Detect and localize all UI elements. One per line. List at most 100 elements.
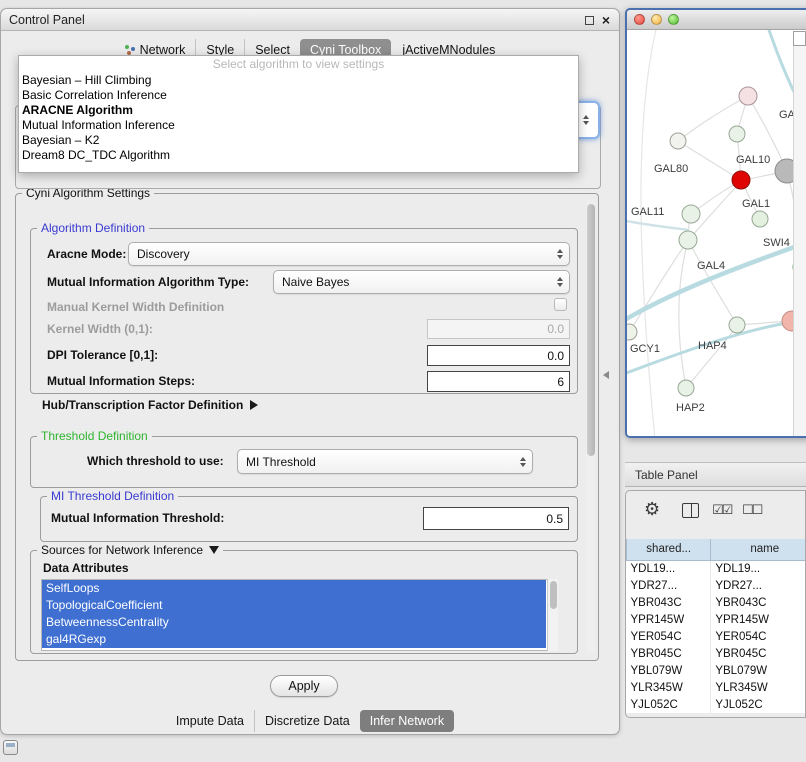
- node-label-swi4: SWI4: [763, 237, 790, 249]
- tab-impute-data[interactable]: Impute Data: [166, 710, 254, 732]
- node-label-gal80: GAL80: [654, 163, 688, 175]
- aracne-mode-select[interactable]: Discovery: [128, 242, 570, 266]
- tab-discretize-data[interactable]: Discretize Data: [254, 710, 360, 732]
- network-node[interactable]: [670, 133, 686, 149]
- attributes-list-scrollbar[interactable]: [547, 579, 558, 651]
- network-node[interactable]: [679, 231, 697, 249]
- zoom-traffic-light[interactable]: [668, 14, 679, 25]
- column-header-shared[interactable]: shared...: [627, 539, 711, 560]
- network-node[interactable]: [682, 205, 700, 223]
- apply-button[interactable]: Apply: [270, 675, 338, 697]
- algorithm-option-bayesian-hill-climbing[interactable]: Bayesian – Hill Climbing: [19, 73, 578, 88]
- node-attribute-table: shared...name YDL19...YDL19...13YDR27...…: [626, 539, 806, 713]
- dpi-tolerance-field[interactable]: [427, 345, 570, 366]
- minimize-traffic-light[interactable]: [651, 14, 662, 25]
- data-attributes-list[interactable]: SelfLoopsTopologicalCoefficientBetweenne…: [41, 579, 558, 651]
- combo-arrows-icon: [583, 115, 589, 125]
- table-panel-window: ⚙ ☑☑ ☐☐ shared...name YDL19...YDL19...13…: [625, 490, 806, 718]
- table-row[interactable]: YDL19...YDL19...13: [627, 560, 806, 577]
- hub-transcription-factor-section[interactable]: Hub/Transcription Factor Definition: [42, 398, 258, 412]
- close-icon[interactable]: ×: [602, 9, 610, 31]
- network-node[interactable]: [752, 211, 768, 227]
- close-traffic-light[interactable]: [634, 14, 645, 25]
- table-row[interactable]: YBR043CYBR043C: [627, 594, 806, 611]
- algorithm-definition-title: Algorithm Definition: [41, 221, 145, 235]
- table-cell: YBR045C: [711, 645, 806, 662]
- kernel-width-field: [427, 319, 570, 339]
- mi-threshold-definition-group: MI Threshold Definition Mutual Informati…: [40, 496, 578, 542]
- table-row[interactable]: YPR145WYPR145W9.: [627, 611, 806, 628]
- network-node[interactable]: [729, 317, 745, 333]
- table-row[interactable]: YBR045CYBR045C9.: [627, 645, 806, 662]
- columns-icon[interactable]: [682, 503, 699, 518]
- algorithm-option-dream8-dc-tdc-algorithm[interactable]: Dream8 DC_TDC Algorithm: [19, 148, 578, 163]
- table-header-row: shared...name: [627, 539, 806, 560]
- network-graph[interactable]: GAL8GAL80GAL10GAL11GAL1SWI4GAL4GCY1HAP4H…: [627, 30, 806, 438]
- mi-algorithm-type-label: Mutual Information Algorithm Type:: [47, 270, 249, 294]
- network-canvas[interactable]: GAL8GAL80GAL10GAL11GAL1SWI4GAL4GCY1HAP4H…: [627, 30, 806, 436]
- expand-right-arrow-icon[interactable]: [250, 400, 258, 410]
- settings-scrollbar[interactable]: [586, 200, 595, 654]
- settings-scrollbar-thumb[interactable]: [587, 204, 595, 456]
- network-node[interactable]: [739, 87, 757, 105]
- mi-threshold-group-title: MI Threshold Definition: [51, 489, 174, 503]
- node-label-gal4: GAL4: [697, 260, 725, 272]
- node-label-gcy1: GCY1: [630, 343, 660, 355]
- algorithm-definition-group: Algorithm Definition Aracne Mode: Discov…: [30, 228, 578, 394]
- sources-legend[interactable]: Sources for Network Inference: [37, 543, 223, 557]
- node-label-hap4: HAP4: [698, 340, 727, 352]
- network-scrollbar-button[interactable]: [793, 31, 806, 46]
- combo-arrows-icon: [557, 249, 563, 259]
- which-threshold-select[interactable]: MI Threshold: [237, 449, 533, 474]
- table-row[interactable]: YDR27...YDR27...12: [627, 577, 806, 594]
- table-row[interactable]: YJL052CYJL052C: [627, 696, 806, 713]
- attribute-gal4rgexp[interactable]: gal4RGexp: [42, 631, 546, 648]
- tab-infer-network[interactable]: Infer Network: [360, 710, 454, 732]
- network-scrollbar[interactable]: [793, 46, 806, 436]
- attributes-scrollbar-thumb[interactable]: [550, 581, 557, 609]
- cyni-algorithm-settings-group: Cyni Algorithm Settings Algorithm Defini…: [15, 193, 599, 661]
- algorithm-option-basic-correlation-inference[interactable]: Basic Correlation Inference: [19, 88, 578, 103]
- node-label-gal11: GAL11: [631, 206, 664, 218]
- dock-panel-icon[interactable]: [3, 740, 18, 755]
- column-header-name[interactable]: name: [711, 539, 806, 560]
- network-edges: [627, 30, 806, 438]
- float-window-icon[interactable]: [585, 16, 594, 25]
- hub-section-label: Hub/Transcription Factor Definition: [42, 398, 243, 412]
- sources-title: Sources for Network Inference: [41, 543, 203, 557]
- table-cell: YBR045C: [627, 645, 711, 662]
- panel-collapse-arrow-icon[interactable]: [603, 371, 609, 379]
- table-cell: YPR145W: [711, 611, 806, 628]
- mi-steps-field[interactable]: [427, 371, 570, 392]
- attribute-topologicalcoefficient[interactable]: TopologicalCoefficient: [42, 597, 546, 614]
- manual-kernel-width-checkbox: [554, 298, 567, 311]
- table-row[interactable]: YBL079WYBL079W: [627, 662, 806, 679]
- combo-arrows-icon: [557, 277, 563, 287]
- aracne-mode-label: Aracne Mode:: [47, 242, 126, 266]
- desktop: Control Panel × NetworkStyleSelectCyni T…: [0, 0, 806, 762]
- gear-icon[interactable]: ⚙: [644, 499, 660, 520]
- titlebar-buttons: ×: [585, 9, 610, 31]
- select-all-icon[interactable]: ☑☑: [712, 502, 731, 518]
- network-node[interactable]: [732, 171, 750, 189]
- attribute-betweennesscentrality[interactable]: BetweennessCentrality: [42, 614, 546, 631]
- algorithm-option-bayesian-k2[interactable]: Bayesian – K2: [19, 133, 578, 148]
- algorithm-definition-legend: Algorithm Definition: [37, 221, 149, 235]
- mi-algorithm-type-select[interactable]: Naive Bayes: [273, 270, 570, 294]
- network-node[interactable]: [678, 380, 694, 396]
- table-row[interactable]: YLR345WYLR345W9.: [627, 679, 806, 696]
- table-cell: YLR345W: [711, 679, 806, 696]
- table-cell: YBL079W: [627, 662, 711, 679]
- network-node[interactable]: [729, 126, 745, 142]
- algorithm-option-aracne-algorithm[interactable]: ARACNE Algorithm: [19, 103, 578, 118]
- network-window-titlebar[interactable]: [627, 10, 806, 30]
- mi-threshold-field[interactable]: [423, 507, 569, 530]
- deselect-all-icon[interactable]: ☐☐: [742, 502, 761, 518]
- attribute-selfloops[interactable]: SelfLoops: [42, 580, 546, 597]
- algorithm-option-mutual-information-inference[interactable]: Mutual Information Inference: [19, 118, 578, 133]
- table-panel-header[interactable]: Table Panel: [625, 462, 806, 487]
- network-node[interactable]: [627, 324, 637, 340]
- combo-arrows-icon: [520, 457, 526, 467]
- collapse-down-arrow-icon[interactable]: [209, 546, 219, 554]
- table-row[interactable]: YER054CYER054C8.: [627, 628, 806, 645]
